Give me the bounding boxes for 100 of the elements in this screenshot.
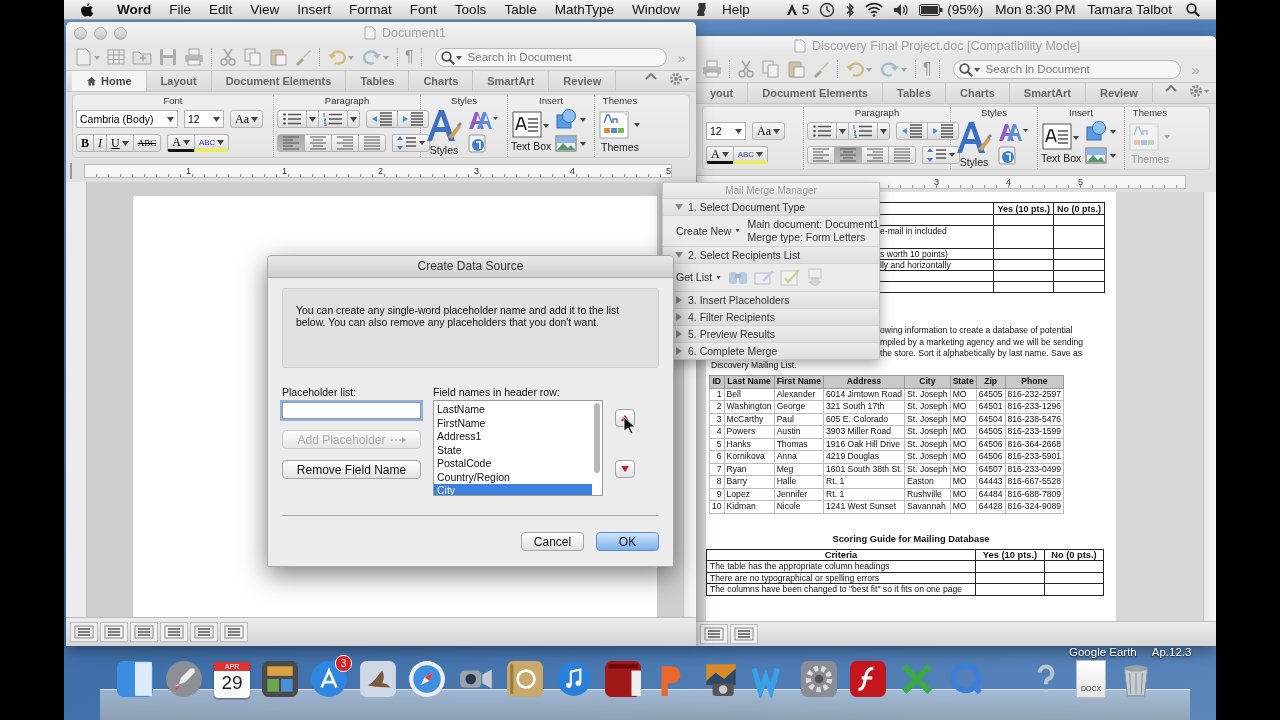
- table-cell: 9: [709, 488, 725, 501]
- table-cell: Kornikova: [724, 450, 775, 463]
- table-cell: Rt. 1: [823, 475, 905, 488]
- table-header-cell: City: [904, 375, 951, 388]
- group-label: Insert: [1068, 107, 1094, 119]
- group-label: Themes: [601, 95, 639, 107]
- table-cell: Austin: [774, 425, 824, 438]
- table-header-cell: Criteria: [706, 549, 976, 561]
- table-cell: 816-232-2597: [1005, 388, 1064, 401]
- group-label: Paragraph: [853, 107, 901, 119]
- table-cell: 816-324-9089: [1005, 500, 1064, 513]
- table-cell: MO: [950, 388, 977, 401]
- table-cell: 10: [709, 500, 725, 513]
- table-header-cell: First Name: [774, 375, 824, 388]
- table-cell: Nicole: [774, 500, 824, 513]
- table-cell: MO: [950, 425, 977, 438]
- merge-detail-text: Main document: Document1: [747, 218, 879, 231]
- field-label: Placeholder list:: [282, 386, 358, 398]
- table-cell: Meg: [774, 463, 824, 476]
- table-cell: 64484: [976, 488, 1006, 501]
- table-cell: The columns have been changed to "best fit" so it fits on one page: [706, 583, 976, 595]
- table-cell: Hanks: [724, 438, 775, 451]
- merge-detail-text: Merge type: Form Letters: [747, 230, 867, 243]
- table-cell: MO: [950, 450, 977, 463]
- table-cell: 6014 Jimtown Road: [823, 388, 905, 401]
- table-header-cell: No (0 pts.): [1053, 202, 1105, 215]
- table-cell: Thomas: [774, 438, 824, 451]
- table-cell: St. Joseph: [904, 450, 951, 463]
- table-cell: Anna: [774, 450, 824, 463]
- table-cell: 64428: [976, 500, 1006, 513]
- table-cell: Bell: [724, 388, 775, 401]
- table-cell: Ryan: [724, 463, 775, 476]
- table-header-cell: Yes (10 pts.): [993, 202, 1054, 215]
- table-cell: George: [774, 400, 824, 413]
- table-cell: 816-233-1296: [1005, 400, 1064, 413]
- table-cell: 816-233-5901: [1005, 450, 1064, 463]
- ruler-number: 4: [570, 165, 575, 177]
- table-cell: 816-364-2668: [1005, 438, 1064, 451]
- table-cell: MO: [950, 413, 977, 426]
- paragraph-line: mpiled by a marketing agency and we will be sending: [880, 336, 1084, 347]
- table-header-cell: Address: [823, 375, 905, 388]
- table-cell: 321 South 17th: [823, 400, 905, 413]
- table-cell: St. Joseph: [904, 463, 951, 476]
- ruler-number: 1: [186, 165, 191, 177]
- table-cell: 64507: [976, 463, 1006, 476]
- table-cell: There are no typographical or spelling errors: [706, 572, 976, 584]
- group-label: Paragraph: [323, 95, 371, 107]
- table-cell: Easton: [904, 475, 951, 488]
- group-label: Font: [162, 95, 184, 107]
- table-cell: 64506: [976, 450, 1006, 463]
- table-cell: Rt. 1: [823, 488, 905, 501]
- table-cell: McCarthy: [724, 413, 775, 426]
- group-label: Insert: [538, 95, 564, 107]
- group-label: Styles: [450, 95, 478, 107]
- table-cell: 5: [709, 438, 725, 451]
- table-cell: 8: [709, 475, 725, 488]
- table-cell: 6: [709, 450, 725, 463]
- table-cell: 64504: [976, 413, 1006, 426]
- group-label: Styles: [980, 107, 1008, 119]
- table-cell: s worth 10 points): [880, 249, 948, 259]
- window-title: Document1: [382, 26, 446, 40]
- table-cell: 4: [709, 425, 725, 438]
- table-cell: The table has the appropriate column headings: [706, 560, 976, 572]
- table-cell: St. Joseph: [904, 438, 951, 451]
- ruler-number: 5: [1078, 176, 1083, 188]
- instruction-text: You can create any single-word placeholder name and add it to the list below. You can also remove any placeholders that you don't want.: [296, 305, 621, 328]
- table-cell: MO: [950, 438, 977, 451]
- table-cell: 4219 Douglas: [823, 450, 905, 463]
- paragraph-line: the store. Sort it alphabetically by last name. Save as: [880, 348, 1083, 358]
- table-header-cell: Zip: [976, 375, 1006, 388]
- table-cell: Halle: [774, 475, 824, 488]
- window-title: Discovery Final Project.doc [Compatibility Mode]: [812, 39, 1081, 53]
- ruler-number: 1: [282, 165, 287, 177]
- table-header-cell: State: [950, 375, 977, 388]
- field-label: Field names in header row:: [433, 386, 561, 398]
- table-cell: MO: [950, 500, 977, 513]
- table-cell: 1241 West Sunset: [823, 500, 905, 513]
- table-cell: MO: [950, 463, 977, 476]
- table-cell: MO: [950, 400, 977, 413]
- table-header-cell: Last Name: [724, 375, 775, 388]
- table-cell: St. Joseph: [904, 400, 951, 413]
- table-cell: Rushville: [904, 488, 951, 501]
- table-cell: 2: [709, 400, 725, 413]
- table-cell: 816-667-5528: [1005, 475, 1064, 488]
- table-cell: 816-688-7809: [1005, 488, 1064, 501]
- table-title: Scoring Guide for Mailing Database: [832, 533, 990, 544]
- table-cell: 3903 Miller Road: [823, 425, 905, 438]
- table-cell: Washington: [724, 400, 775, 413]
- table-cell: 64443: [976, 475, 1006, 488]
- table-header-cell: No (0 pts.): [1044, 549, 1104, 561]
- table-cell: 1601 South 38th St.: [823, 463, 905, 476]
- table-cell: 1: [709, 388, 725, 401]
- paragraph-line: owing information to create a database of potential: [880, 325, 1073, 335]
- table-cell: MO: [950, 475, 977, 488]
- paragraph-line: Discovery Mailing List.: [711, 359, 797, 370]
- ruler-number: 2: [378, 165, 383, 177]
- table-cell: 1916 Oak Hill Drive: [823, 438, 905, 451]
- table-cell: 3: [709, 413, 725, 426]
- table-cell: 7: [709, 463, 725, 476]
- table-cell: Kidman: [724, 500, 775, 513]
